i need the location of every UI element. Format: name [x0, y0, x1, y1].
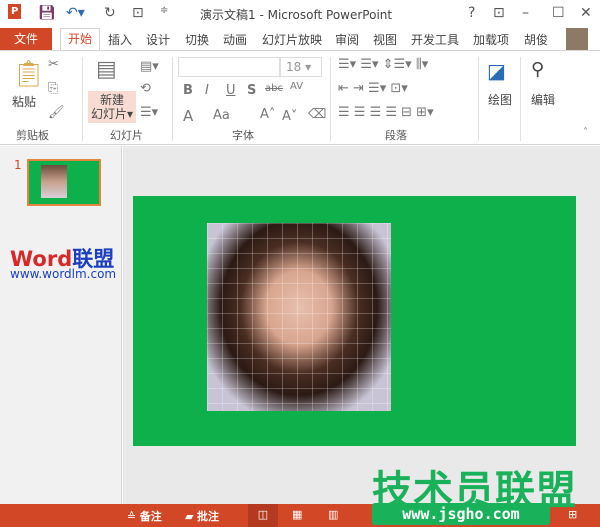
jsgho-url: www.jsgho.com — [372, 503, 550, 525]
find-icon[interactable]: ⚲ — [531, 59, 544, 80]
tab-view[interactable]: 视图 — [373, 31, 397, 48]
slide-sorter-icon[interactable]: ▦ — [292, 508, 302, 521]
shrink-font-icon[interactable]: A˅ — [282, 109, 297, 124]
char-spacing-button[interactable]: AV — [290, 81, 303, 92]
ribbon-tabs: 文件 开始 插入 设计 切换 动画 幻灯片放映 审阅 视图 开发工具 加载项 胡… — [0, 28, 600, 50]
group-label-clipboard: 剪贴板 — [16, 129, 49, 142]
minimize-icon[interactable]: – — [522, 5, 529, 21]
align-icon[interactable]: ☰ ☰ ☰ ☰ ⊟ ⊞▾ — [338, 105, 434, 120]
ribbon: 📋︎ 粘贴 ✂ ⎘ 🖌︎ 剪贴板 ▤ 新建 幻灯片▾ ▤▾ ⟲ ☰▾ 幻灯片 18… — [0, 50, 600, 145]
italic-button[interactable]: I — [205, 83, 209, 98]
start-slideshow-icon[interactable]: ⊡ — [132, 5, 144, 21]
font-size-field[interactable]: 18 ▾ — [280, 57, 322, 77]
bullets-icon[interactable]: ☰▾ ☰▾ ⇕☰▾ ⫼▾ — [338, 57, 428, 72]
font-name-field[interactable] — [178, 57, 280, 77]
ribbon-display-icon[interactable]: ⊡ — [493, 5, 505, 21]
window-title: 演示文稿1 - Microsoft PowerPoint — [200, 8, 393, 22]
reading-view-icon[interactable]: ▥ — [328, 508, 338, 521]
format-painter-icon[interactable]: 🖌︎ — [48, 105, 65, 120]
wordlm-url: www.wordlm.com — [10, 267, 117, 281]
save-icon[interactable]: 💾︎ — [38, 5, 56, 21]
tab-addins[interactable]: 加载项 — [473, 31, 509, 48]
clear-format-icon[interactable]: ⌫ — [308, 107, 326, 122]
tab-review[interactable]: 审阅 — [335, 31, 359, 48]
indent-icon[interactable]: ⇤ ⇥ ☰▾ ⊡▾ — [338, 81, 408, 96]
new-slide-icon[interactable]: ▤ — [96, 57, 117, 82]
editing-button[interactable]: 编辑 — [531, 91, 555, 108]
normal-view-icon[interactable]: ◫ — [248, 504, 278, 527]
shadow-button[interactable]: S — [247, 83, 256, 98]
avatar[interactable] — [566, 28, 588, 50]
tab-design[interactable]: 设计 — [146, 31, 170, 48]
slide-photo[interactable] — [207, 223, 391, 411]
underline-button[interactable]: U — [226, 83, 236, 98]
redo-icon[interactable]: ↻ — [104, 5, 116, 21]
tab-slideshow[interactable]: 幻灯片放映 — [262, 31, 322, 48]
tab-insert[interactable]: 插入 — [108, 31, 132, 48]
font-color-button[interactable]: A — [183, 107, 193, 125]
collapse-ribbon-icon[interactable]: ˄ — [583, 127, 588, 138]
slide-thumbnail[interactable] — [27, 159, 101, 206]
grow-font-icon[interactable]: A˄ — [260, 107, 275, 122]
section-icon[interactable]: ☰▾ — [140, 105, 158, 120]
divider — [478, 57, 479, 141]
bold-button[interactable]: B — [183, 83, 193, 98]
close-icon[interactable]: ✕ — [580, 5, 592, 21]
undo-icon[interactable]: ↶▾ — [66, 5, 85, 21]
notes-button[interactable]: ≙ 备注 — [127, 508, 162, 524]
new-slide-button[interactable]: 新建 幻灯片▾ — [88, 91, 136, 123]
strikethrough-button[interactable]: abc — [265, 83, 283, 94]
customize-qat-icon[interactable]: ≑ — [160, 5, 168, 16]
tab-file[interactable]: 文件 — [0, 28, 52, 50]
drawing-button[interactable]: 绘图 — [488, 91, 512, 108]
divider — [172, 57, 173, 141]
group-label-paragraph: 段落 — [385, 129, 407, 142]
copy-icon[interactable]: ⎘ — [48, 81, 58, 96]
group-label-slides: 幻灯片 — [110, 129, 143, 142]
paste-icon[interactable]: 📋︎ — [12, 59, 45, 89]
user-name[interactable]: 胡俊 — [524, 31, 548, 48]
title-bar: P 💾︎ ↶▾ ↻ ⊡ ≑ 演示文稿1 - Microsoft PowerPoi… — [0, 0, 600, 28]
slide-canvas[interactable] — [133, 196, 576, 446]
tab-developer[interactable]: 开发工具 — [411, 31, 459, 48]
change-case-button[interactable]: Aa — [213, 108, 230, 123]
divider — [520, 57, 521, 141]
comments-button[interactable]: ▰ 批注 — [185, 508, 219, 524]
drawing-icon[interactable]: ◪ — [487, 59, 506, 83]
paste-button[interactable]: 粘贴 — [12, 93, 36, 110]
divider — [82, 57, 83, 141]
maximize-icon[interactable]: ☐ — [552, 5, 565, 21]
help-icon[interactable]: ? — [468, 5, 475, 21]
reset-icon[interactable]: ⟲ — [140, 81, 151, 96]
powerpoint-logo-icon: P — [8, 4, 22, 19]
thumbnail-image — [41, 165, 67, 198]
group-label-font: 字体 — [232, 129, 254, 142]
cut-icon[interactable]: ✂ — [48, 57, 59, 72]
tab-transitions[interactable]: 切换 — [185, 31, 209, 48]
tab-animations[interactable]: 动画 — [223, 31, 247, 48]
layout-icon[interactable]: ▤▾ — [140, 59, 159, 74]
tab-home[interactable]: 开始 — [60, 28, 100, 50]
divider — [330, 57, 331, 141]
slide-number: 1 — [14, 158, 22, 172]
